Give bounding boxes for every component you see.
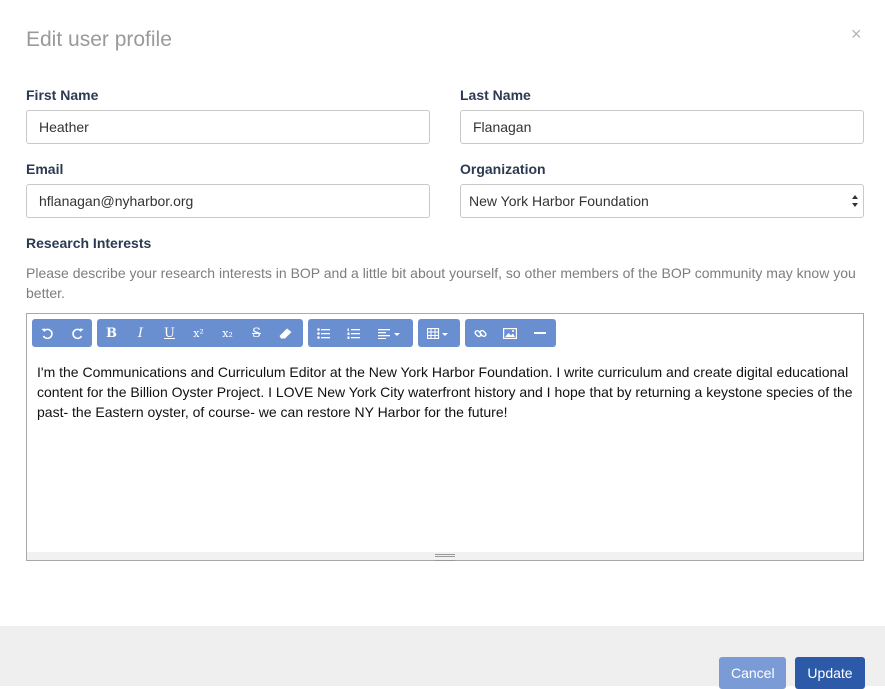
image-icon[interactable] xyxy=(495,319,525,347)
organization-select[interactable]: New York Harbor Foundation xyxy=(460,184,864,218)
strikethrough-button[interactable]: S xyxy=(242,319,271,347)
align-dropdown-icon[interactable] xyxy=(368,319,412,347)
undo-icon[interactable] xyxy=(32,319,62,347)
email-field[interactable] xyxy=(26,184,430,218)
select-arrows-icon xyxy=(852,195,858,207)
cancel-button[interactable]: Cancel xyxy=(719,657,786,689)
bold-button[interactable]: B xyxy=(97,319,126,347)
table-group xyxy=(418,319,460,347)
email-label: Email xyxy=(26,161,64,177)
superscript-button[interactable]: x² xyxy=(184,319,213,347)
resize-grip-icon xyxy=(435,554,455,561)
underline-button[interactable]: U xyxy=(155,319,184,347)
research-help-text: Please describe your research interests … xyxy=(26,265,856,301)
last-name-label: Last Name xyxy=(460,87,531,103)
paragraph-group xyxy=(308,319,413,347)
update-button[interactable]: Update xyxy=(795,657,865,689)
eraser-icon[interactable] xyxy=(271,319,300,347)
last-name-field[interactable] xyxy=(460,110,864,144)
numbered-list-icon[interactable] xyxy=(338,319,368,347)
first-name-field[interactable] xyxy=(26,110,430,144)
insert-group xyxy=(465,319,556,347)
italic-button[interactable]: I xyxy=(126,319,155,347)
research-interests-label: Research Interests xyxy=(26,235,152,251)
editor-resize-handle[interactable] xyxy=(27,552,863,561)
horizontal-rule-icon[interactable] xyxy=(525,319,555,347)
link-icon[interactable] xyxy=(465,319,495,347)
modal-title: Edit user profile xyxy=(26,28,172,51)
format-group: B I U x² x₂ S xyxy=(97,319,303,347)
table-dropdown-icon[interactable] xyxy=(418,319,460,347)
organization-value: New York Harbor Foundation xyxy=(469,193,649,209)
editor-content[interactable]: I'm the Communications and Curriculum Ed… xyxy=(37,362,855,422)
organization-label: Organization xyxy=(460,161,546,177)
redo-icon[interactable] xyxy=(62,319,92,347)
first-name-label: First Name xyxy=(26,87,99,103)
rich-text-editor[interactable]: B I U x² x₂ S I'm the Communications and… xyxy=(26,313,864,561)
bullet-list-icon[interactable] xyxy=(308,319,338,347)
close-icon[interactable]: × xyxy=(851,24,862,44)
subscript-button[interactable]: x₂ xyxy=(213,319,242,347)
history-group xyxy=(32,319,92,347)
